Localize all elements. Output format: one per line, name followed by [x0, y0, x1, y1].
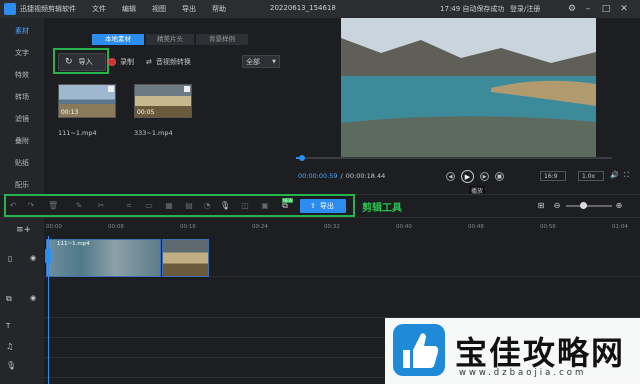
media-duration-2: 00:05 — [137, 109, 155, 116]
voice-track-icon: 🎙 — [6, 361, 17, 370]
zoom-out-icon[interactable]: ⊖ — [552, 201, 562, 211]
text-track-icon: T — [6, 322, 11, 330]
login-link[interactable]: 登录/注册 — [510, 4, 540, 14]
app-name: 迅捷视频剪辑软件 — [20, 5, 76, 13]
playhead-handle[interactable] — [45, 249, 51, 263]
close-icon[interactable]: ✕ — [618, 3, 630, 15]
eye-icon[interactable]: ◉ — [30, 294, 36, 302]
ruler-tick: 00:08 — [108, 224, 124, 230]
sidebar-item-music[interactable]: 配乐 — [0, 174, 44, 196]
seek-handle[interactable] — [299, 155, 305, 161]
sidebar-item-transition[interactable]: 转场 — [0, 86, 44, 108]
sidebar-item-sticker[interactable]: 贴纸 — [0, 152, 44, 174]
play-icon[interactable]: ▶ — [461, 170, 474, 183]
settings-icon[interactable]: ⚙ — [566, 3, 578, 15]
save-status: 17:49 自动保存成功 — [440, 5, 505, 13]
menu-view[interactable]: 视图 — [152, 4, 166, 14]
media-thumbnail-1[interactable]: 00:13 — [58, 84, 116, 118]
eye-icon[interactable]: ◉ — [30, 254, 36, 262]
prev-frame-icon[interactable]: ◀ — [446, 172, 455, 181]
fullscreen-icon[interactable]: ⛶ — [624, 171, 629, 180]
speed-select[interactable]: 1.0x — [578, 171, 604, 181]
project-name: 20220613_154618 — [270, 4, 336, 12]
timeline-clip-1[interactable]: 111~1.mp4 — [46, 239, 161, 277]
add-icon[interactable] — [184, 86, 190, 92]
add-track-icon[interactable]: ≡+ — [16, 225, 31, 235]
video-preview — [341, 18, 596, 157]
menu-edit[interactable]: 编辑 — [122, 4, 136, 14]
menu-export[interactable]: 导出 — [182, 4, 196, 14]
ruler-tick: 00:24 — [252, 224, 268, 230]
aspect-ratio-value: 16:9 — [544, 172, 558, 180]
edit-tools-annotation: 剪辑工具 — [362, 203, 402, 214]
clip-name: 111~1.mp4 — [57, 241, 90, 247]
tab-local-material[interactable]: 本地素材 — [92, 34, 144, 45]
tab-intro[interactable]: 精美片头 — [146, 34, 194, 45]
record-label: 录制 — [120, 58, 134, 66]
add-icon[interactable] — [108, 86, 114, 92]
import-icon: ↻ — [65, 57, 73, 67]
ruler-tick: 01:04 — [612, 224, 628, 230]
media-duration-1: 00:13 — [61, 109, 79, 116]
watermark-url: www.dzbaojia.com — [459, 368, 587, 378]
minimize-icon[interactable]: – — [582, 3, 594, 15]
record-button[interactable]: 录制 — [108, 57, 134, 67]
menu-file[interactable]: 文件 — [92, 4, 106, 14]
site-watermark: 宝佳攻略网 www.dzbaojia.com — [385, 318, 640, 384]
total-time: 00:00:18.44 — [345, 172, 386, 180]
fit-timeline-icon[interactable]: ⊞ — [536, 201, 546, 211]
media-thumbnail-2[interactable]: 00:05 — [134, 84, 192, 118]
sidebar-item-material[interactable]: 素材 — [0, 20, 44, 42]
ruler-tick: 00:00 — [46, 224, 62, 230]
record-icon — [108, 58, 116, 66]
ruler-tick: 00:48 — [468, 224, 484, 230]
overlay-track-icon: ⧉ — [6, 294, 12, 303]
media-name-1: 111~1.mp4 — [58, 129, 97, 137]
speed-value: 1.0x — [582, 172, 596, 180]
video-track-icon: ▯ — [8, 254, 13, 263]
music-track-icon: ♫ — [6, 342, 14, 351]
seek-bar[interactable] — [296, 155, 612, 161]
overlay-track — [44, 278, 640, 318]
aspect-ratio-select[interactable]: 16:9 — [540, 171, 566, 181]
zoom-in-icon[interactable]: ⊕ — [614, 201, 624, 211]
import-label: 导入 — [78, 58, 93, 66]
volume-icon[interactable]: 🔊 — [610, 171, 619, 179]
convert-icon: ⇄ — [146, 58, 152, 66]
current-time: 00:00:00.59 — [298, 172, 338, 180]
sidebar-item-text[interactable]: 文字 — [0, 42, 44, 64]
thumbs-up-logo — [393, 324, 445, 376]
ruler-tick: 00:32 — [324, 224, 340, 230]
next-frame-icon[interactable]: ▶ — [480, 172, 489, 181]
media-name-2: 333~1.mp4 — [134, 129, 173, 137]
app-logo — [4, 3, 16, 15]
menu-help[interactable]: 帮助 — [212, 4, 226, 14]
ruler-tick: 00:16 — [180, 224, 196, 230]
toolbar-highlight — [4, 194, 355, 217]
zoom-slider[interactable] — [566, 202, 612, 209]
sidebar-item-overlay[interactable]: 叠附 — [0, 130, 44, 152]
maximize-icon[interactable]: □ — [600, 3, 612, 15]
time-separator: / — [340, 172, 343, 180]
ruler-tick: 00:40 — [396, 224, 412, 230]
sidebar-item-filter[interactable]: 滤镜 — [0, 108, 44, 130]
sidebar-item-effects[interactable]: 特效 — [0, 64, 44, 86]
convert-button[interactable]: ⇄ 音视频转换 — [146, 57, 191, 67]
stop-icon[interactable]: ■ — [495, 172, 504, 181]
timeline-clip-2[interactable] — [162, 239, 209, 277]
convert-label: 音视频转换 — [155, 58, 191, 66]
chevron-down-icon: ▼ — [272, 58, 276, 65]
tab-background[interactable]: 背景样例 — [196, 34, 248, 45]
filter-select[interactable]: 全部 ▼ — [242, 55, 280, 68]
import-button[interactable]: ↻ 导入 — [58, 53, 106, 71]
ruler-tick: 00:56 — [540, 224, 556, 230]
filter-value: 全部 — [246, 57, 260, 66]
zoom-slider-handle[interactable] — [580, 202, 587, 209]
